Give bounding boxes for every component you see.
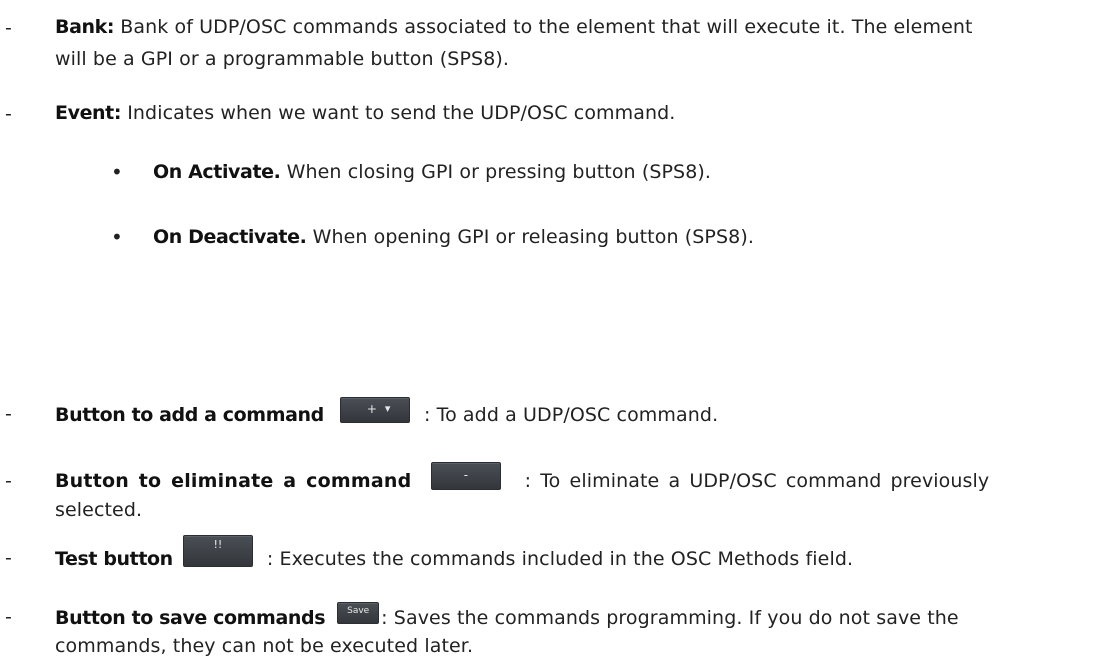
list-dash: - <box>5 17 12 39</box>
test-button-term: Test button <box>55 548 173 570</box>
bullet-icon: • <box>111 225 123 249</box>
list-dash: - <box>5 103 12 125</box>
on-activate-description: When closing GPI or pressing button (SPS… <box>280 161 712 183</box>
eliminate-command-description: : To eliminate a UDP/OSC command previou… <box>524 470 990 492</box>
minus-icon: - <box>463 467 469 482</box>
eliminate-command-term: Button to eliminate a command <box>55 470 412 492</box>
save-button[interactable]: Save <box>337 601 380 624</box>
add-command-button[interactable]: + ▾ <box>339 396 410 423</box>
bank-term: Bank: <box>55 16 115 38</box>
event-term: Event: <box>55 102 122 124</box>
bank-description-cont: will be a GPI or a programmable button (… <box>55 48 510 70</box>
on-deactivate-description: When opening GPI or releasing button (SP… <box>306 226 754 248</box>
bullet-icon: • <box>111 160 123 184</box>
plus-icon: + <box>366 401 377 416</box>
event-description: Indicates when we want to send the UDP/O… <box>121 102 676 124</box>
chevron-down-icon: ▾ <box>384 401 391 415</box>
list-dash: - <box>5 606 12 628</box>
eliminate-command-button[interactable]: - <box>430 461 501 490</box>
double-exclamation-icon: !! <box>213 537 223 551</box>
on-deactivate-term: On Deactivate. <box>153 226 307 248</box>
on-activate-term: On Activate. <box>153 161 281 183</box>
list-dash: - <box>5 470 12 492</box>
eliminate-command-description-cont: selected. <box>55 499 143 521</box>
test-button[interactable]: !! <box>182 534 253 567</box>
add-command-description: : To add a UDP/OSC command. <box>423 404 719 426</box>
list-dash: - <box>5 403 12 425</box>
save-commands-term: Button to save commands <box>55 607 326 629</box>
save-commands-description-cont: commands, they can not be executed later… <box>55 635 474 657</box>
list-dash: - <box>5 547 12 569</box>
bank-description: Bank of UDP/OSC commands associated to t… <box>114 16 973 38</box>
save-commands-description: : Saves the commands programming. If you… <box>381 607 959 629</box>
add-command-term: Button to add a command <box>55 404 324 426</box>
test-button-description: : Executes the commands included in the … <box>266 548 854 570</box>
